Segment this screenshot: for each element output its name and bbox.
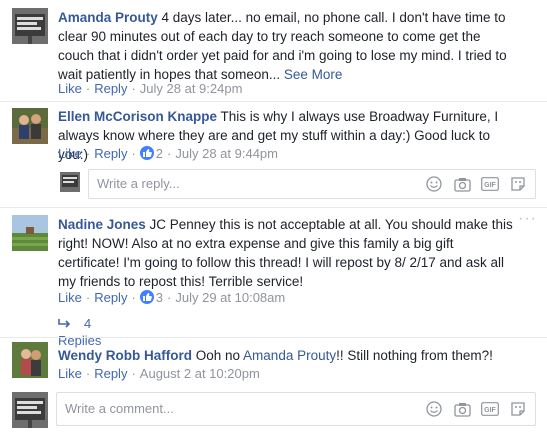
comment-actions: Like · Reply · July 28 at 9:24pm bbox=[58, 81, 242, 97]
like-link[interactable]: Like bbox=[58, 366, 82, 381]
separator: · bbox=[167, 146, 172, 161]
avatar[interactable] bbox=[12, 215, 48, 251]
sticker-icon[interactable] bbox=[509, 400, 527, 418]
comment-body: Wendy Robb Hafford Ooh no Amanda Prouty!… bbox=[58, 346, 513, 365]
comment-text: !! Still nothing from them?! bbox=[336, 348, 493, 363]
gif-icon[interactable]: GIF bbox=[481, 400, 499, 418]
emoji-icon[interactable] bbox=[425, 175, 443, 193]
comment-input[interactable]: Write a comment... GIF bbox=[56, 392, 536, 426]
composer-icons: GIF bbox=[425, 400, 527, 418]
separator: · bbox=[85, 146, 91, 161]
separator: · bbox=[85, 81, 91, 96]
reply-link[interactable]: Reply bbox=[94, 366, 127, 381]
author-name[interactable]: Wendy Robb Hafford bbox=[58, 348, 192, 363]
reply-input[interactable]: Write a reply... GIF bbox=[88, 169, 536, 199]
separator: · bbox=[131, 81, 136, 96]
divider bbox=[0, 207, 547, 208]
timestamp[interactable]: July 28 at 9:24pm bbox=[140, 81, 243, 96]
author-name[interactable]: Ellen McCorison Knappe bbox=[58, 109, 217, 124]
separator: · bbox=[131, 366, 136, 381]
reply-arrow-icon bbox=[58, 318, 72, 333]
more-options-icon[interactable]: ··· bbox=[518, 210, 537, 228]
divider bbox=[0, 101, 547, 102]
avatar[interactable] bbox=[12, 108, 48, 144]
author-name[interactable]: Amanda Prouty bbox=[58, 10, 158, 25]
reply-link[interactable]: Reply bbox=[94, 290, 127, 305]
sticker-icon[interactable] bbox=[509, 175, 527, 193]
svg-text:GIF: GIF bbox=[484, 182, 496, 189]
like-link[interactable]: Like bbox=[58, 290, 82, 305]
separator: · bbox=[85, 290, 91, 305]
mention-link[interactable]: Amanda Prouty bbox=[243, 348, 336, 363]
like-count-icon[interactable] bbox=[139, 146, 154, 160]
gif-icon[interactable]: GIF bbox=[481, 175, 499, 193]
comment-actions: Like · Reply · 3 · July 29 at 10:08am bbox=[58, 290, 285, 306]
comment-actions: Like · Reply · 2 · July 28 at 9:44pm bbox=[58, 146, 278, 162]
view-replies-link[interactable]: 4 Replies bbox=[58, 316, 101, 348]
comment-body: Amanda Prouty 4 days later... no email, … bbox=[58, 8, 513, 84]
comment-placeholder: Write a comment... bbox=[65, 401, 174, 416]
author-name[interactable]: Nadine Jones bbox=[58, 217, 146, 232]
separator: · bbox=[85, 366, 91, 381]
reply-link[interactable]: Reply bbox=[94, 81, 127, 96]
timestamp[interactable]: August 2 at 10:20pm bbox=[140, 366, 260, 381]
composer-icons: GIF bbox=[425, 175, 527, 193]
divider bbox=[0, 337, 547, 338]
avatar[interactable] bbox=[12, 342, 48, 378]
like-count[interactable]: 2 bbox=[156, 146, 163, 161]
comment-actions: Like · Reply · August 2 at 10:20pm bbox=[58, 366, 260, 382]
my-avatar bbox=[60, 172, 80, 192]
camera-icon[interactable] bbox=[453, 175, 471, 193]
see-more-link[interactable]: See More bbox=[284, 67, 343, 82]
emoji-icon[interactable] bbox=[425, 400, 443, 418]
comment-body: Nadine Jones JC Penney this is not accep… bbox=[58, 215, 513, 291]
avatar[interactable] bbox=[12, 8, 48, 44]
camera-icon[interactable] bbox=[453, 400, 471, 418]
like-link[interactable]: Like bbox=[58, 81, 82, 96]
reply-link[interactable]: Reply bbox=[94, 146, 127, 161]
like-count[interactable]: 3 bbox=[156, 290, 163, 305]
separator: · bbox=[131, 146, 136, 161]
timestamp[interactable]: July 29 at 10:08am bbox=[175, 290, 285, 305]
reply-placeholder: Write a reply... bbox=[97, 176, 180, 191]
like-link[interactable]: Like bbox=[58, 146, 82, 161]
my-avatar bbox=[12, 392, 48, 428]
comment-text: Ooh no bbox=[192, 348, 244, 363]
separator: · bbox=[167, 290, 172, 305]
svg-text:GIF: GIF bbox=[484, 407, 496, 414]
like-count-icon[interactable] bbox=[139, 290, 154, 304]
timestamp[interactable]: July 28 at 9:44pm bbox=[175, 146, 278, 161]
separator: · bbox=[131, 290, 136, 305]
